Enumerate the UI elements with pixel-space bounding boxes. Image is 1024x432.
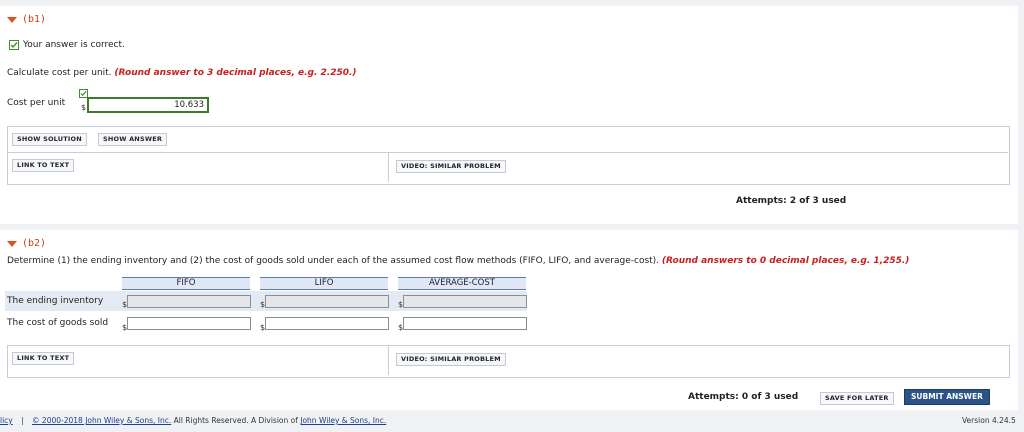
cost-per-unit-value: 10.633 (174, 100, 204, 110)
b1-actions-divider (7, 152, 1008, 153)
footer-separator: | (21, 416, 24, 425)
video-similar-problem-button[interactable]: VIDEO: SIMILAR PROBLEM (396, 353, 506, 366)
policy-link[interactable]: licy (0, 416, 13, 425)
checkmark-icon (9, 40, 19, 50)
division-link[interactable]: John Wiley & Sons, Inc. (300, 416, 386, 425)
b1-round-note: (Round answer to 3 decimal places, e.g. … (114, 68, 357, 78)
section-b1-heading[interactable]: (b1) (7, 14, 46, 25)
cogs-lifo-input[interactable] (265, 317, 389, 330)
submit-answer-button[interactable]: SUBMIT ANSWER (904, 389, 990, 405)
b2-round-note: (Round answers to 0 decimal places, e.g.… (661, 256, 910, 266)
link-to-text-button[interactable]: LINK TO TEXT (12, 352, 75, 365)
b2-instruction: Determine (1) the ending inventory and (… (7, 256, 909, 266)
column-header-average-cost: AVERAGE-COST (398, 277, 526, 290)
copyright-link[interactable]: © 2000-2018 John Wiley & Sons, Inc. (32, 416, 171, 425)
row-label-cost-of-goods-sold: The cost of goods sold (7, 318, 109, 328)
show-solution-button[interactable]: SHOW SOLUTION (12, 133, 87, 146)
show-answer-button[interactable]: SHOW ANSWER (98, 133, 168, 146)
footer: licy | © 2000-2018 John Wiley & Sons, In… (0, 416, 386, 425)
footer-rights-text: All Rights Reserved. A Division of (171, 416, 301, 425)
cogs-average-input[interactable] (403, 317, 527, 330)
version-text: Version 4.24.5 (962, 416, 1016, 425)
section-b2-heading[interactable]: (b2) (7, 238, 46, 249)
column-header-lifo: LIFO (260, 277, 388, 290)
column-header-fifo: FIFO (122, 277, 250, 290)
link-to-text-button[interactable]: LINK TO TEXT (12, 159, 75, 172)
section-b2-title: (b2) (22, 238, 47, 249)
collapse-triangle-icon[interactable] (7, 240, 17, 247)
cogs-fifo-input[interactable] (127, 317, 251, 330)
currency-symbol: $ (81, 103, 87, 112)
b2-actions-box (7, 345, 1010, 378)
save-for-later-button[interactable]: SAVE FOR LATER (820, 392, 894, 405)
ending-inventory-average-input[interactable] (403, 295, 527, 308)
b1-actions-vdivider (388, 153, 389, 182)
cost-per-unit-input[interactable]: 10.633 (87, 97, 209, 113)
video-similar-problem-button[interactable]: VIDEO: SIMILAR PROBLEM (396, 160, 506, 173)
section-b1-title: (b1) (22, 14, 47, 25)
section-b1 (0, 6, 1018, 224)
b1-instruction: Calculate cost per unit. (Round answer t… (7, 68, 357, 78)
correct-message: Your answer is correct. (9, 40, 125, 50)
b2-instruction-text: Determine (1) the ending inventory and (… (7, 256, 660, 266)
b2-attempts: Attempts: 0 of 3 used (688, 392, 799, 402)
row-label-ending-inventory: The ending inventory (7, 296, 104, 306)
ending-inventory-fifo-input[interactable] (127, 295, 251, 308)
b2-actions-vdivider (388, 346, 389, 375)
b1-instruction-text: Calculate cost per unit. (7, 68, 112, 78)
correct-message-text: Your answer is correct. (23, 40, 125, 50)
collapse-triangle-icon[interactable] (7, 16, 17, 23)
cost-per-unit-label: Cost per unit (7, 98, 66, 108)
ending-inventory-lifo-input[interactable] (265, 295, 389, 308)
b1-attempts: Attempts: 2 of 3 used (736, 196, 847, 206)
